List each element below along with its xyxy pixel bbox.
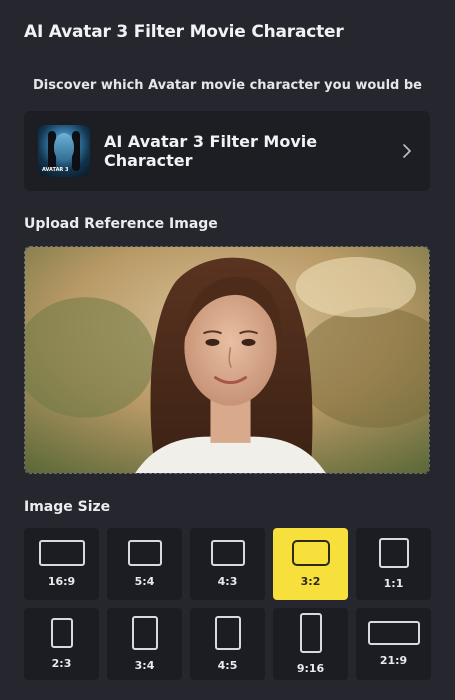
ratio-4-3-icon (210, 540, 245, 566)
reference-image-dropzone[interactable] (24, 246, 430, 474)
page-subtitle: Discover which Avatar movie character yo… (33, 78, 422, 93)
size-option-label: 21:9 (379, 654, 408, 667)
size-option-label: 9:16 (296, 662, 325, 675)
ratio-2-3-icon (50, 618, 73, 648)
size-option-label: 1:1 (383, 577, 404, 590)
image-size-label: Image Size (24, 499, 111, 515)
size-option-5-4[interactable]: 5:4 (107, 528, 182, 600)
size-option-label: 16:9 (47, 575, 76, 588)
size-option-label: 4:3 (217, 575, 238, 588)
size-option-4-3[interactable]: 4:3 (190, 528, 265, 600)
size-option-label: 2:3 (51, 657, 72, 670)
upload-reference-label: Upload Reference Image (24, 216, 218, 232)
size-option-16-9[interactable]: 16:9 (24, 528, 99, 600)
size-option-3-2[interactable]: 3:2 (273, 528, 348, 600)
size-option-9-16[interactable]: 9:16 (273, 608, 348, 680)
size-option-label: 5:4 (134, 575, 155, 588)
ratio-3-2-icon (291, 540, 330, 566)
size-option-3-4[interactable]: 3:4 (107, 608, 182, 680)
page-title: AI Avatar 3 Filter Movie Character (24, 22, 344, 42)
size-option-1-1[interactable]: 1:1 (356, 528, 431, 600)
model-name: AI Avatar 3 Filter Movie Character (104, 132, 318, 170)
size-option-label: 3:4 (134, 659, 155, 672)
ratio-21-9-icon (367, 621, 420, 645)
chevron-right-icon (403, 144, 411, 158)
size-option-21-9[interactable]: 21:9 (356, 608, 431, 680)
image-size-grid: 16:9 5:4 4:3 3:2 1:1 2:3 3:4 4:5 9:16 21… (24, 528, 432, 680)
size-option-label: 3:2 (300, 575, 321, 588)
ratio-1-1-icon (378, 538, 409, 568)
size-option-label: 4:5 (217, 659, 238, 672)
model-selector-card[interactable]: AVATAR 3 AI Avatar 3 Filter Movie Charac… (24, 111, 430, 191)
avatar-thumbnail: AVATAR 3 (38, 125, 90, 177)
thumbnail-tag: AVATAR 3 (42, 167, 69, 173)
ratio-4-5-icon (214, 616, 241, 650)
size-option-2-3[interactable]: 2:3 (24, 608, 99, 680)
ratio-5-4-icon (127, 540, 162, 566)
ratio-9-16-icon (299, 613, 322, 653)
ratio-3-4-icon (131, 616, 158, 650)
ratio-16-9-icon (38, 540, 85, 566)
size-option-4-5[interactable]: 4:5 (190, 608, 265, 680)
reference-photo (25, 247, 429, 473)
